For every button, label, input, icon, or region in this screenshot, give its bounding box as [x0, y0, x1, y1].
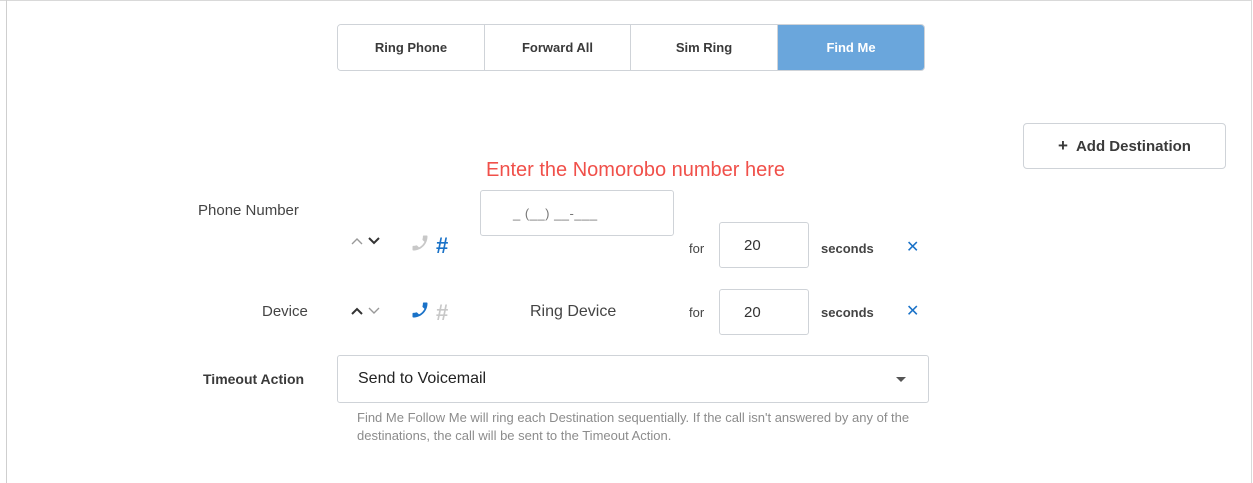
- move-down-icon[interactable]: [367, 307, 380, 315]
- device-label: Device: [262, 303, 308, 320]
- tab-forward-all[interactable]: Forward All: [485, 25, 631, 70]
- phone-number-input[interactable]: _ (__) __-___: [480, 190, 674, 236]
- tab-find-me[interactable]: Find Me: [778, 25, 924, 70]
- tab-ring-phone[interactable]: Ring Phone: [338, 25, 485, 70]
- timeout-action-select[interactable]: Send to Voicemail: [337, 355, 929, 403]
- phone-number-label: Phone Number: [198, 202, 299, 219]
- forwarding-mode-tabs: Ring Phone Forward All Sim Ring Find Me: [337, 24, 925, 71]
- ring-device-value: Ring Device: [530, 303, 617, 320]
- close-icon[interactable]: ✕: [906, 237, 919, 257]
- add-destination-button[interactable]: + Add Destination: [1023, 123, 1226, 169]
- timeout-action-label: Timeout Action: [203, 371, 305, 387]
- phone-handset-icon[interactable]: [410, 233, 430, 258]
- move-up-icon[interactable]: [350, 307, 363, 315]
- phone-seconds-input[interactable]: 20: [719, 222, 809, 268]
- phone-seconds-label: seconds: [821, 241, 874, 256]
- plus-icon: +: [1058, 136, 1068, 155]
- device-seconds-input[interactable]: 20: [719, 289, 809, 335]
- annotation-text: Enter the Nomorobo number here: [486, 159, 786, 181]
- add-destination-label: Add Destination: [1075, 137, 1191, 155]
- hash-icon[interactable]: #: [436, 234, 448, 257]
- phone-row-reorder: [350, 237, 380, 245]
- phone-row-type-toggle: #: [410, 233, 448, 258]
- phone-for-label: for: [689, 241, 705, 256]
- device-row-type-toggle: #: [410, 300, 448, 325]
- tab-sim-ring[interactable]: Sim Ring: [631, 25, 778, 70]
- move-down-icon[interactable]: [367, 237, 380, 245]
- device-seconds-label: seconds: [821, 305, 874, 320]
- left-divider: [6, 0, 7, 483]
- chevron-down-icon: [896, 377, 906, 382]
- hash-icon[interactable]: #: [436, 301, 448, 324]
- device-for-label: for: [689, 305, 705, 320]
- timeout-help-text: Find Me Follow Me will ring each Destina…: [357, 410, 910, 443]
- phone-handset-icon[interactable]: [410, 300, 430, 325]
- move-up-icon[interactable]: [350, 237, 363, 245]
- close-icon[interactable]: ✕: [906, 301, 919, 321]
- timeout-action-value: Send to Voicemail: [358, 370, 487, 387]
- device-row-reorder: [350, 307, 380, 315]
